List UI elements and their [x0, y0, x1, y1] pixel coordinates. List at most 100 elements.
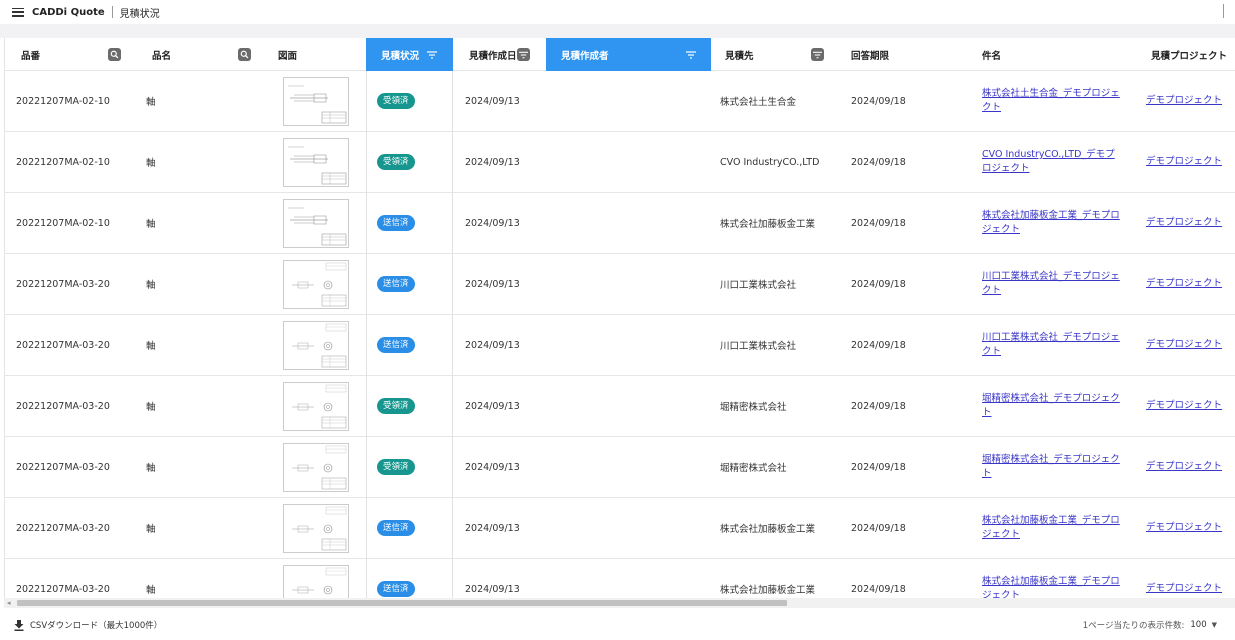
part-name-cell: 軸: [146, 341, 156, 352]
project-cell: デモプロジェクト: [1146, 254, 1222, 314]
drawing-cell[interactable]: [283, 437, 349, 497]
created-date-cell: 2024/09/13: [465, 522, 520, 534]
project-cell: デモプロジェクト: [1146, 193, 1222, 253]
part-name-cell: 軸: [146, 158, 156, 169]
column-header-due-date[interactable]: 回答期限: [851, 38, 951, 71]
subject-cell: 川口工業株式会社_デモプロジェクト: [982, 254, 1122, 314]
column-header-part-no[interactable]: 品番: [21, 38, 141, 71]
drawing-thumbnail[interactable]: [283, 198, 349, 248]
project-link[interactable]: デモプロジェクト: [1146, 399, 1222, 413]
subject-link[interactable]: 堀精密株式会社_デモプロジェクト: [982, 392, 1122, 420]
column-header-created-date[interactable]: 見積作成日: [453, 38, 546, 71]
drawing-thumbnail[interactable]: [283, 564, 349, 598]
drawing-thumbnail[interactable]: [283, 76, 349, 126]
drawing-thumbnail[interactable]: [283, 442, 349, 492]
drawing-cell[interactable]: [283, 376, 349, 436]
scroll-left-icon[interactable]: ◂: [7, 599, 11, 607]
drawing-cell[interactable]: [283, 498, 349, 558]
search-icon[interactable]: [108, 48, 121, 61]
table-row[interactable]: 20221207MA-03-20 軸 送信済 2024/09/13 川口工業株式会社 20…: [5, 315, 1235, 376]
project-link[interactable]: デモプロジェクト: [1146, 277, 1222, 291]
due-date-cell: 2024/09/18: [851, 583, 906, 595]
status-badge: 受領済: [377, 459, 415, 475]
project-link[interactable]: デモプロジェクト: [1146, 338, 1222, 352]
due-date-cell: 2024/09/18: [851, 400, 906, 412]
table-row[interactable]: 20221207MA-02-10 軸 送信済 2024/09/13 株式会社加藤板金工業…: [5, 193, 1235, 254]
due-date-cell: 2024/09/18: [851, 95, 906, 107]
drawing-cell[interactable]: [283, 315, 349, 375]
drawing-cell[interactable]: [283, 254, 349, 314]
drawing-thumbnail[interactable]: [283, 503, 349, 553]
created-date-cell: 2024/09/13: [465, 278, 520, 290]
per-page-value: 100: [1190, 620, 1207, 630]
table-row[interactable]: 20221207MA-02-10 軸 受領済 2024/09/13 株式会社土生合金 20…: [5, 71, 1235, 132]
supplier-cell: 株式会社加藤板金工業: [720, 585, 816, 596]
filter-icon[interactable]: [427, 50, 438, 59]
column-header-subject[interactable]: 件名: [982, 38, 1112, 71]
supplier-cell: CVO IndustryCO.,LTD: [720, 156, 820, 168]
column-header-drawing: 図面: [278, 50, 298, 62]
drawing-cell[interactable]: [283, 559, 349, 598]
subject-link[interactable]: 川口工業株式会社_デモプロジェクト: [982, 331, 1122, 359]
table-row[interactable]: 20221207MA-03-20 軸 送信済 2024/09/13 株式会社加藤板金工業…: [5, 559, 1235, 598]
created-date-cell: 2024/09/13: [465, 461, 520, 473]
status-cell: 送信済: [377, 559, 415, 598]
subject-link[interactable]: 株式会社加藤板金工業_デモプロジェクト: [982, 514, 1122, 542]
filter-icon[interactable]: [517, 48, 530, 61]
subject-link[interactable]: 株式会社加藤板金工業_デモプロジェクト: [982, 209, 1122, 237]
supplier-cell: 株式会社加藤板金工業: [720, 524, 816, 535]
project-cell: デモプロジェクト: [1146, 376, 1222, 436]
column-header-creator[interactable]: 見積作成者: [546, 38, 711, 71]
per-page-label: 1ページ当たりの表示件数:: [1082, 621, 1185, 631]
created-date-cell: 2024/09/13: [465, 339, 520, 351]
table-row[interactable]: 20221207MA-03-20 軸 受領済 2024/09/13 堀精密株式会社 202…: [5, 376, 1235, 437]
subject-link[interactable]: 株式会社土生合金_デモプロジェクト: [982, 87, 1122, 115]
part-no-cell: 20221207MA-02-10: [16, 95, 110, 107]
drawing-cell[interactable]: [283, 71, 349, 131]
subject-link[interactable]: 堀精密株式会社_デモプロジェクト: [982, 453, 1122, 481]
subject-link[interactable]: 株式会社加藤板金工業_デモプロジェクト: [982, 575, 1122, 598]
table-row[interactable]: 20221207MA-03-20 軸 送信済 2024/09/13 川口工業株式会社 20…: [5, 254, 1235, 315]
due-date-cell: 2024/09/18: [851, 522, 906, 534]
drawing-cell[interactable]: [283, 193, 349, 253]
drawing-thumbnail[interactable]: [283, 320, 349, 370]
project-link[interactable]: デモプロジェクト: [1146, 216, 1222, 230]
status-cell: 受領済: [377, 71, 415, 131]
column-header-project[interactable]: 見積プロジェクト: [1151, 38, 1235, 71]
subject-cell: CVO IndustryCO.,LTD_デモプロジェクト: [982, 132, 1122, 192]
supplier-cell: 堀精密株式会社: [720, 402, 787, 413]
column-header-status[interactable]: 見積状況: [366, 38, 453, 71]
project-link[interactable]: デモプロジェクト: [1146, 521, 1222, 535]
header-right-divider: [1223, 4, 1224, 18]
search-icon[interactable]: [238, 48, 251, 61]
project-link[interactable]: デモプロジェクト: [1146, 460, 1222, 474]
subject-link[interactable]: CVO IndustryCO.,LTD_デモプロジェクト: [982, 148, 1122, 176]
table-row[interactable]: 20221207MA-02-10 軸 受領済 2024/09/13 CVO Indust…: [5, 132, 1235, 193]
horizontal-scrollbar[interactable]: ◂: [4, 598, 1235, 608]
column-header-part-name[interactable]: 品名: [152, 38, 252, 71]
drawing-thumbnail[interactable]: [283, 137, 349, 187]
status-cell: 送信済: [377, 254, 415, 314]
filter-icon[interactable]: [686, 50, 696, 59]
table-row[interactable]: 20221207MA-03-20 軸 受領済 2024/09/13 堀精密株式会社 202…: [5, 437, 1235, 498]
header-divider: [111, 6, 113, 18]
project-cell: デモプロジェクト: [1146, 437, 1222, 497]
menu-icon[interactable]: [12, 7, 24, 17]
table-row[interactable]: 20221207MA-03-20 軸 送信済 2024/09/13 株式会社加藤板金工業…: [5, 498, 1235, 559]
subject-cell: 堀精密株式会社_デモプロジェクト: [982, 437, 1122, 497]
csv-download-button[interactable]: CSVダウンロード（最大1000件）: [14, 619, 162, 631]
per-page-selector[interactable]: 1ページ当たりの表示件数: 100 ▼: [1083, 619, 1217, 631]
supplier-cell: 川口工業株式会社: [720, 280, 797, 291]
subject-link[interactable]: 川口工業株式会社_デモプロジェクト: [982, 270, 1122, 298]
page-title: 見積状況: [119, 8, 160, 20]
project-link[interactable]: デモプロジェクト: [1146, 155, 1222, 169]
drawing-thumbnail[interactable]: [283, 259, 349, 309]
supplier-cell: 株式会社土生合金: [720, 97, 797, 108]
scrollbar-thumb[interactable]: [17, 600, 787, 606]
drawing-thumbnail[interactable]: [283, 381, 349, 431]
part-name-cell: 軸: [146, 463, 156, 474]
project-link[interactable]: デモプロジェクト: [1146, 582, 1222, 596]
filter-icon[interactable]: [811, 48, 824, 61]
project-link[interactable]: デモプロジェクト: [1146, 94, 1222, 108]
drawing-cell[interactable]: [283, 132, 349, 192]
